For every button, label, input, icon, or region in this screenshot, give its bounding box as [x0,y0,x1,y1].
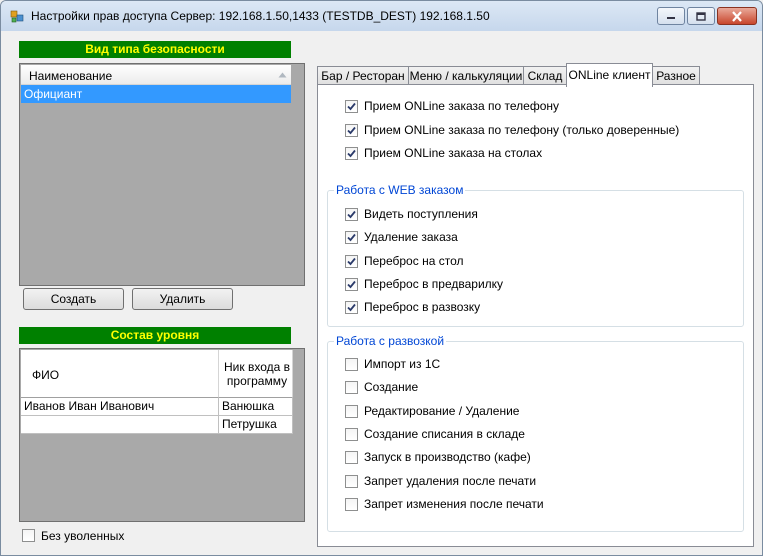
maximize-icon [696,11,706,21]
maximize-button[interactable] [687,7,715,25]
check-icon [347,280,356,289]
table-row-cell-fio[interactable]: Иванов Иван Иванович [21,398,219,416]
option-label: Запуск в производство (кафе) [364,450,531,465]
option-label: Редактирование / Удаление [364,403,520,418]
level-members-header: Состав уровня [19,327,291,344]
security-type-item[interactable]: Официант [21,85,291,103]
grid-header-fio[interactable]: ФИО [21,350,219,398]
table-row-cell-login[interactable]: Петрушка [219,416,293,434]
option-checkbox[interactable] [345,497,358,511]
level-members-grid[interactable]: ФИО Ник входа в программу Иванов Иван Ив… [19,348,305,522]
without-fired-checkbox[interactable] [22,529,35,542]
option-label: Запрет удаления после печати [364,473,537,488]
option-checkbox[interactable] [345,277,358,291]
check-icon [347,304,356,312]
option-checkbox[interactable] [345,358,358,371]
title-bar[interactable]: Настройки прав доступа Сервер: 192.168.1… [1,1,762,31]
main-window: Настройки прав доступа Сервер: 192.168.1… [0,0,763,556]
check-icon [347,234,356,242]
security-types-header: Вид типа безопасности [19,41,291,58]
without-fired-label: Без уволенных [41,529,125,543]
security-types-list[interactable]: Наименование Официант [19,63,305,286]
option-label: Прием ONLine заказа на столах [364,146,543,160]
option-label: Переброс в предварилку [364,276,504,291]
option-label: Переброс на стол [364,253,464,268]
window-title: Настройки прав доступа Сервер: 192.168.1… [31,9,490,23]
option-label: Запрет изменения после печати [364,496,544,511]
minimize-icon [667,17,675,19]
table-row-cell-fio[interactable]: Петров Петр Петрович [21,416,219,434]
tab-online-client[interactable]: ONLine клиент [566,63,653,87]
close-icon [732,10,742,22]
tab-warehouse[interactable]: Склад [523,66,567,86]
close-button[interactable] [717,7,757,25]
option-checkbox[interactable] [345,427,358,441]
option-checkbox[interactable] [345,231,358,245]
option-checkbox[interactable] [345,404,358,418]
web-orders-group-title: Работа с WEB заказом [334,183,466,197]
option-label: Удаление заказа [364,230,458,245]
option-label: Создание [364,380,419,395]
tab-misc[interactable]: Разное [652,66,700,86]
option-checkbox[interactable] [345,208,358,221]
option-checkbox[interactable] [345,301,358,315]
check-icon [347,126,356,134]
online-client-page: Прием ONLine заказа по телефону Прием ONL… [317,84,754,547]
sort-ascending-icon [278,72,287,78]
option-checkbox[interactable] [345,474,358,488]
option-label: Прием ONLine заказа по телефону (только … [364,122,680,137]
app-icon [10,10,24,23]
option-label: Переброс в развозку [364,300,481,315]
option-label: Импорт из 1С [364,357,441,371]
option-label: Прием ONLine заказа по телефону [364,99,560,113]
option-checkbox[interactable] [345,381,358,395]
option-checkbox[interactable] [345,451,358,465]
check-icon [347,149,356,158]
create-button[interactable]: Создать [23,288,124,310]
delivery-group-title: Работа с развозкой [334,334,447,348]
check-icon [347,257,356,265]
delete-button[interactable]: Удалить [132,288,233,310]
option-checkbox[interactable] [345,147,358,160]
check-icon [347,102,356,111]
option-checkbox[interactable] [345,123,358,137]
option-checkbox[interactable] [345,100,358,113]
table-row-cell-login[interactable]: Ванюшка [219,398,293,416]
tab-bar-restaurant[interactable]: Бар / Ресторан [317,66,409,86]
option-checkbox[interactable] [345,254,358,268]
minimize-button[interactable] [657,7,685,25]
grid-header-login[interactable]: Ник входа в программу [219,350,293,398]
check-icon [347,210,356,219]
tab-menu-calculations[interactable]: Меню / калькуляции [408,66,524,86]
option-label: Создание списания в складе [364,426,525,441]
name-column-header[interactable]: Наименование [21,65,291,85]
option-label: Видеть поступления [364,207,478,221]
